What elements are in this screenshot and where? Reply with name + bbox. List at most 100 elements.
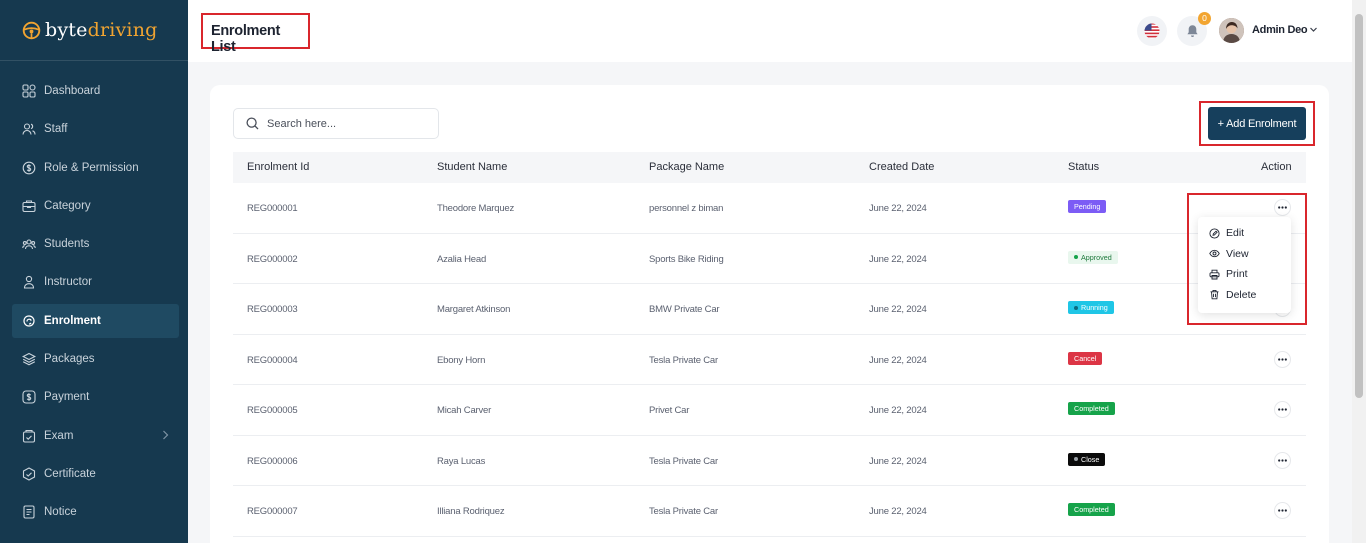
user-icon — [22, 275, 36, 290]
search-icon — [246, 117, 259, 130]
sidebar-item-label: Exam — [44, 429, 74, 442]
dashboard-icon — [22, 84, 36, 98]
cell-package-name: Privet Car — [649, 405, 690, 416]
menu-item-print[interactable]: Print — [1198, 264, 1291, 285]
column-header-created-date: Created Date — [869, 161, 935, 173]
row-actions-button[interactable] — [1274, 350, 1291, 368]
layers-icon — [22, 352, 36, 366]
cell-created-date: June 22, 2024 — [869, 304, 927, 315]
certificate-icon — [22, 467, 36, 481]
dollar-circle-icon — [22, 390, 36, 404]
briefcase-icon — [22, 199, 36, 213]
cell-enrolment-id: REG000002 — [247, 253, 298, 265]
language-button[interactable] — [1137, 16, 1167, 46]
status-label: Close — [1081, 454, 1100, 464]
status-badge: Approved — [1068, 250, 1118, 264]
action-menu: Edit View Print Delete — [1198, 217, 1291, 313]
sidebar-item-label: Notice — [44, 506, 77, 519]
cell-created-date: June 22, 2024 — [869, 203, 927, 214]
sidebar-item-label: Enrolment — [44, 314, 101, 327]
sidebar-item-category[interactable]: Category — [12, 189, 179, 223]
sidebar-item-staff[interactable]: Staff — [12, 112, 179, 146]
cell-created-date: June 22, 2024 — [869, 354, 927, 366]
cell-student-name: Micah Carver — [437, 405, 492, 416]
table-row: REG000006 Raya Lucas Tesla Private Car June… — [233, 436, 1306, 486]
status-label: Completed — [1074, 404, 1109, 413]
sidebar-item-label: Payment — [44, 391, 90, 404]
search-input[interactable] — [267, 117, 427, 130]
avatar[interactable] — [1219, 18, 1244, 43]
sidebar-item-instructor[interactable]: Instructor — [12, 265, 179, 299]
cell-student-name: Theodore Marquez — [437, 203, 515, 214]
cell-package-name: Tesla Private Car — [649, 455, 718, 467]
notifications-button[interactable]: 0 — [1177, 12, 1211, 46]
sidebar-item-label: Students — [44, 238, 90, 251]
status-badge: Cancel — [1068, 351, 1103, 365]
cell-enrolment-id: REG000006 — [247, 455, 298, 467]
more-dots-icon — [1278, 509, 1287, 512]
sidebar-item-payment[interactable]: Payment — [12, 380, 179, 414]
cell-enrolment-id: REG000005 — [247, 405, 298, 416]
exam-icon — [22, 429, 36, 443]
column-header-package-name: Package Name — [649, 161, 725, 173]
scrollbar-thumb[interactable] — [1355, 14, 1363, 398]
menu-item-edit[interactable]: Edit — [1198, 223, 1291, 244]
add-enrolment-button[interactable]: + Add Enrolment — [1208, 107, 1306, 140]
sidebar: bytedriving Dashboard Staff Role & Permi… — [0, 0, 188, 543]
sidebar-item-exam[interactable]: Exam — [12, 419, 179, 453]
cell-student-name: Ebony Horn — [437, 354, 486, 366]
cell-student-name: Margaret Atkinson — [437, 304, 511, 315]
table-row: REG000001 Theodore Marquez personnel z bim… — [233, 183, 1306, 234]
row-actions-button[interactable] — [1274, 401, 1291, 418]
sidebar-item-label: Dashboard — [44, 85, 101, 97]
cell-created-date: June 22, 2024 — [869, 253, 927, 265]
cell-created-date: June 22, 2024 — [869, 506, 927, 517]
row-actions-button[interactable] — [1274, 502, 1291, 519]
user-name[interactable]: Admin Deo — [1252, 24, 1308, 36]
column-header-enrolment-id: Enrolment Id — [247, 161, 310, 173]
menu-item-view[interactable]: View — [1198, 244, 1291, 265]
sidebar-item-dashboard[interactable]: Dashboard — [12, 74, 179, 108]
sidebar-item-notice[interactable]: Notice — [12, 495, 179, 529]
sidebar-item-packages[interactable]: Packages — [12, 342, 179, 376]
status-dot — [1074, 305, 1078, 310]
sidebar-item-label: Certificate — [44, 467, 96, 480]
table-header: Enrolment Id Student Name Package Name C… — [233, 152, 1306, 183]
sidebar-item-label: Role & Permission — [44, 161, 139, 174]
sidebar-nav: Dashboard Staff Role & Permission Catego… — [12, 74, 179, 534]
status-badge: Completed — [1068, 402, 1115, 415]
status-dot — [1074, 255, 1078, 259]
cell-package-name: personnel z biman — [649, 203, 724, 214]
eye-icon — [1209, 250, 1220, 258]
cell-package-name: Sports Bike Riding — [649, 253, 724, 265]
table-row: REG000003 Margaret Atkinson BMW Private Ca… — [233, 284, 1306, 335]
top-header: Enrolment List 0 Admin Deo — [188, 0, 1352, 62]
cell-enrolment-id: REG000007 — [247, 506, 298, 517]
row-actions-button[interactable] — [1274, 451, 1291, 469]
table-row: REG000007 Illiana Rodriquez Tesla Private … — [233, 486, 1306, 537]
sidebar-item-enrolment[interactable]: Enrolment — [12, 303, 179, 338]
bell-icon — [1186, 25, 1198, 37]
cell-created-date: June 22, 2024 — [869, 405, 927, 416]
cell-enrolment-id: REG000004 — [247, 354, 298, 366]
brand-logo[interactable]: bytedriving — [22, 16, 158, 44]
chevron-right-icon — [163, 430, 169, 440]
search-box[interactable] — [233, 108, 439, 139]
sidebar-item-certificate[interactable]: Certificate — [12, 457, 179, 491]
sidebar-item-role-permission[interactable]: Role & Permission — [12, 151, 179, 185]
add-button-highlight: + Add Enrolment — [1199, 101, 1315, 146]
menu-item-delete[interactable]: Delete — [1198, 285, 1291, 306]
dollar-icon — [22, 161, 36, 175]
status-label: Approved — [1081, 252, 1112, 262]
cell-student-name: Illiana Rodriquez — [437, 506, 505, 517]
page-scrollbar[interactable] — [1352, 0, 1366, 543]
chevron-down-icon[interactable] — [1309, 25, 1318, 34]
status-badge: Running — [1068, 301, 1114, 314]
brand-name: bytedriving — [45, 19, 158, 41]
more-dots-icon — [1278, 357, 1287, 361]
cell-student-name: Raya Lucas — [437, 455, 486, 467]
column-header-student-name: Student Name — [437, 161, 508, 173]
students-icon — [22, 237, 36, 251]
sidebar-item-students[interactable]: Students — [12, 227, 179, 261]
status-label: Completed — [1074, 505, 1109, 514]
